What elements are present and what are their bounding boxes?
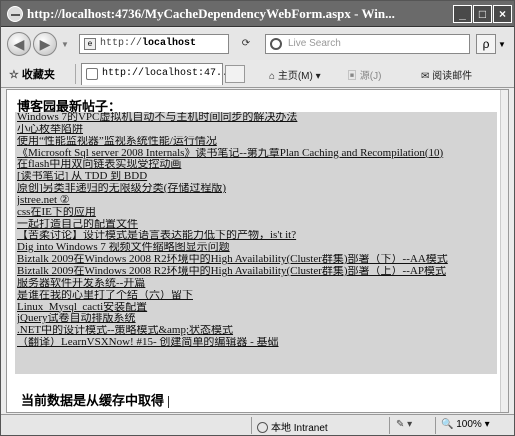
post-link[interactable]: Biztalk 2009在Windows 2008 R2环境中的High Ava… — [17, 254, 497, 266]
tab-title: http://localhost:47... — [102, 68, 235, 79]
post-link[interactable]: Linux_Mysql_cacti安装配置 — [17, 302, 497, 314]
post-link[interactable]: Dig into Windows 7 视频文件缩略图显示问题 — [17, 242, 497, 254]
window-title: http://localhost:4736/MyCacheDependencyW… — [27, 6, 395, 21]
text-cursor — [168, 395, 170, 408]
page-icon — [86, 68, 98, 80]
tab-current[interactable]: http://localhost:47... — [81, 63, 234, 85]
new-tab-button[interactable] — [225, 65, 245, 83]
home-icon: ⌂ — [269, 71, 276, 82]
ie-icon — [7, 6, 23, 22]
feeds-button[interactable]: ▣ 源(J) — [347, 67, 381, 82]
close-button[interactable]: × — [493, 5, 512, 23]
security-zone[interactable]: 本地 Intranet — [257, 419, 328, 434]
address-text: http://localhost — [100, 38, 197, 49]
page-icon: e — [84, 38, 96, 50]
post-link[interactable]: （翻译）LearnVSXNow! #15- 创建简单的编辑器 - 基础 — [17, 337, 497, 349]
divider — [435, 417, 436, 434]
search-input[interactable]: Live Search — [265, 34, 470, 54]
post-link[interactable]: 【苦柔讨论】设计模式是语言表达能力低下的产物，is't it? — [17, 230, 497, 242]
post-link[interactable]: jstree.net ② — [17, 195, 497, 207]
post-link[interactable]: .NET中的设计模式--策略模式&amp;状态模式 — [17, 325, 497, 337]
post-link[interactable]: 一起打造自己的配置文件 — [17, 219, 497, 231]
mail-icon: ✉ — [421, 71, 430, 82]
protected-mode-icon[interactable]: ✎ ▾ — [396, 419, 412, 430]
scrollbar[interactable] — [500, 90, 508, 412]
page-content: 博客园最新帖子： Windows 7的VPC虚拟机自动不与主机时间同步的解决办法… — [6, 89, 509, 413]
post-link[interactable]: 原创]另类非递归的无限级分类(存储过程版) — [17, 183, 497, 195]
search-options-dropdown-icon[interactable]: ▼ — [498, 40, 506, 49]
browser-window: http://localhost:4736/MyCacheDependencyW… — [0, 0, 515, 436]
divider — [251, 417, 252, 434]
status-bar: 本地 Intranet ✎ ▾ 🔍 100% ▾ — [1, 414, 514, 435]
favorites-button[interactable]: ☆ 收藏夹 — [9, 66, 55, 82]
post-link[interactable]: jQuery试卷自动排版系统 — [17, 313, 497, 325]
title-bar: http://localhost:4736/MyCacheDependencyW… — [1, 1, 514, 27]
zoom-icon: 🔍 — [441, 419, 454, 430]
recent-pages-dropdown-icon[interactable]: ▼ — [61, 40, 69, 49]
post-link[interactable]: 小心枚举陷阱 — [17, 124, 497, 136]
forward-button[interactable]: ▶ — [33, 32, 57, 56]
globe-icon — [257, 422, 268, 433]
post-link[interactable]: css在IE下的应用 — [17, 207, 497, 219]
feed-icon: ▣ — [347, 71, 357, 82]
refresh-icon[interactable]: ⟳ — [237, 36, 255, 52]
navigation-bar: ◀ ▶ ▼ e http://localhost ▼ ⟳ ✕ Live Sear… — [1, 28, 514, 60]
post-link[interactable]: 是谁在我的心里打了个结（六）留下 — [17, 290, 497, 302]
post-link[interactable]: 《Microsoft Sql server 2008 Internals》读书笔… — [17, 148, 497, 160]
post-link[interactable]: Biztalk 2009在Windows 2008 R2环境中的High Ava… — [17, 266, 497, 278]
search-button[interactable]: ρ — [476, 34, 496, 54]
star-icon: ☆ — [9, 69, 19, 81]
divider — [389, 417, 390, 434]
home-button[interactable]: ⌂ 主页(M) ▾ — [269, 67, 321, 82]
maximize-button[interactable]: □ — [473, 5, 492, 23]
post-list: Windows 7的VPC虚拟机自动不与主机时间同步的解决办法 小心枚举陷阱 使用“… — [15, 112, 497, 374]
live-search-icon — [270, 38, 282, 50]
post-link[interactable]: Windows 7的VPC虚拟机自动不与主机时间同步的解决办法 — [17, 112, 497, 124]
post-link[interactable]: 使用“性能监视器”监视系统性能/运行情况 — [17, 136, 497, 148]
address-bar[interactable]: e http://localhost ▼ — [79, 34, 306, 54]
post-link[interactable]: 服务器软件开发系统--开篇 — [17, 278, 497, 290]
cache-message: 当前数据是从缓存中取得 — [21, 390, 170, 409]
back-button[interactable]: ◀ — [7, 32, 31, 56]
favorites-tab-bar: ☆ 收藏夹 http://localhost:47... ⌂ 主页(M) ▾ ▣ … — [1, 60, 514, 88]
post-link[interactable]: [读书笔记] 从 TDD 到 BDD — [17, 171, 497, 183]
zoom-control[interactable]: 🔍 100% ▾ — [441, 419, 490, 430]
divider — [75, 64, 76, 84]
post-link[interactable]: 在flash中用双向链表实现受控动画 — [17, 159, 497, 171]
search-placeholder: Live Search — [288, 38, 341, 49]
minimize-button[interactable]: _ — [453, 5, 472, 23]
read-mail-button[interactable]: ✉ 阅读邮件 — [421, 67, 472, 82]
